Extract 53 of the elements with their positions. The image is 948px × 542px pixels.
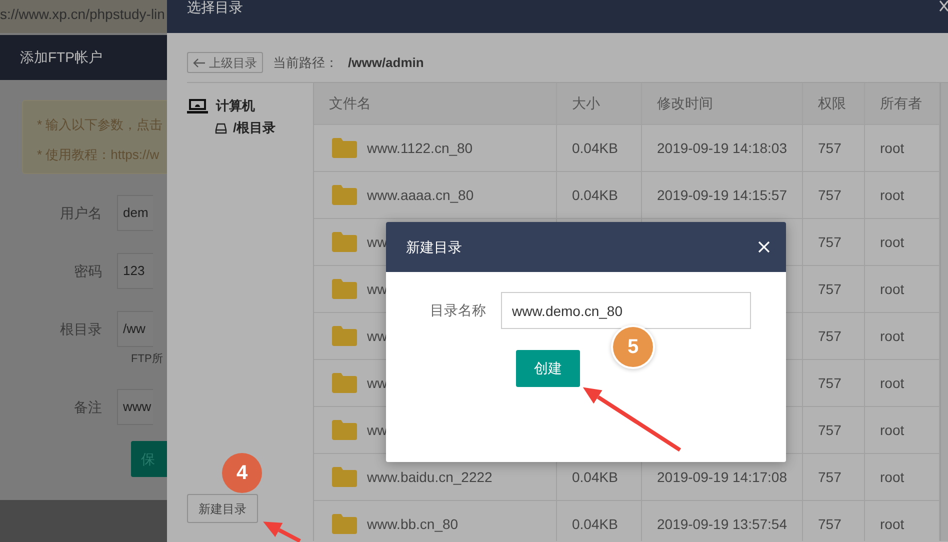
dialog-title: 新建目录 (406, 238, 462, 256)
file-name: ww (367, 280, 388, 298)
column-header: 权限 (803, 83, 865, 125)
permission: 757 (818, 232, 842, 252)
path-value: /www/admin (348, 54, 424, 72)
panel-title: 添加FTP帐户 (0, 35, 167, 80)
field-label: 目录名称 (429, 301, 487, 320)
owner: root (880, 374, 904, 392)
modified-time: 2019-09-19 14:17:08 (657, 468, 787, 486)
step-badge: 5 (613, 327, 653, 367)
file-name: www.1122.cn_80 (367, 138, 473, 158)
field-hint: FTP所 (131, 352, 164, 367)
file-name: www.baidu.cn_2222 (367, 468, 492, 487)
owner: root (880, 280, 904, 298)
permission: 757 (818, 186, 842, 204)
file-name: www.bb.cn_80 (367, 514, 458, 534)
field-label: 根目录 (59, 320, 103, 338)
dialog-title: 选择目录 (187, 0, 243, 17)
permission: 757 (818, 514, 842, 534)
file-size: 0.04KB (572, 514, 618, 534)
owner: root (880, 138, 904, 158)
permission: 757 (818, 374, 842, 392)
owner: root (880, 326, 904, 346)
field-label: 用户名 (59, 204, 103, 222)
path-label: 当前路径： (273, 54, 338, 72)
permission: 757 (818, 326, 842, 346)
permission: 757 (818, 138, 842, 158)
file-size: 0.04KB (572, 186, 618, 204)
column-header: 大小 (557, 83, 642, 125)
permission: 757 (818, 280, 842, 298)
file-size: 0.04KB (572, 468, 618, 486)
file-name: ww (367, 374, 388, 392)
file-name: ww (367, 232, 388, 252)
file-name: ww (367, 420, 388, 440)
modified-time: 2019-09-19 14:18:03 (657, 138, 787, 158)
owner: root (880, 232, 904, 252)
field-label: 备注 (73, 398, 103, 416)
permission: 757 (818, 468, 842, 486)
file-name: ww (367, 326, 388, 346)
column-header: 所有者 (865, 83, 940, 125)
owner: root (880, 468, 904, 486)
owner: root (880, 420, 904, 440)
owner: root (880, 514, 904, 534)
file-name: www.aaaa.cn_80 (367, 186, 474, 205)
url-text: s://www.xp.cn/phpstudy-lin (0, 6, 165, 22)
file-size: 0.04KB (572, 138, 618, 158)
field-label: 密码 (73, 262, 103, 280)
column-header: 文件名 (314, 83, 557, 125)
modified-time: 2019-09-19 14:15:57 (657, 186, 787, 204)
permission: 757 (818, 420, 842, 440)
column-header: 修改时间 (642, 83, 803, 125)
modified-time: 2019-09-19 13:57:54 (657, 514, 787, 534)
owner: root (880, 186, 904, 204)
